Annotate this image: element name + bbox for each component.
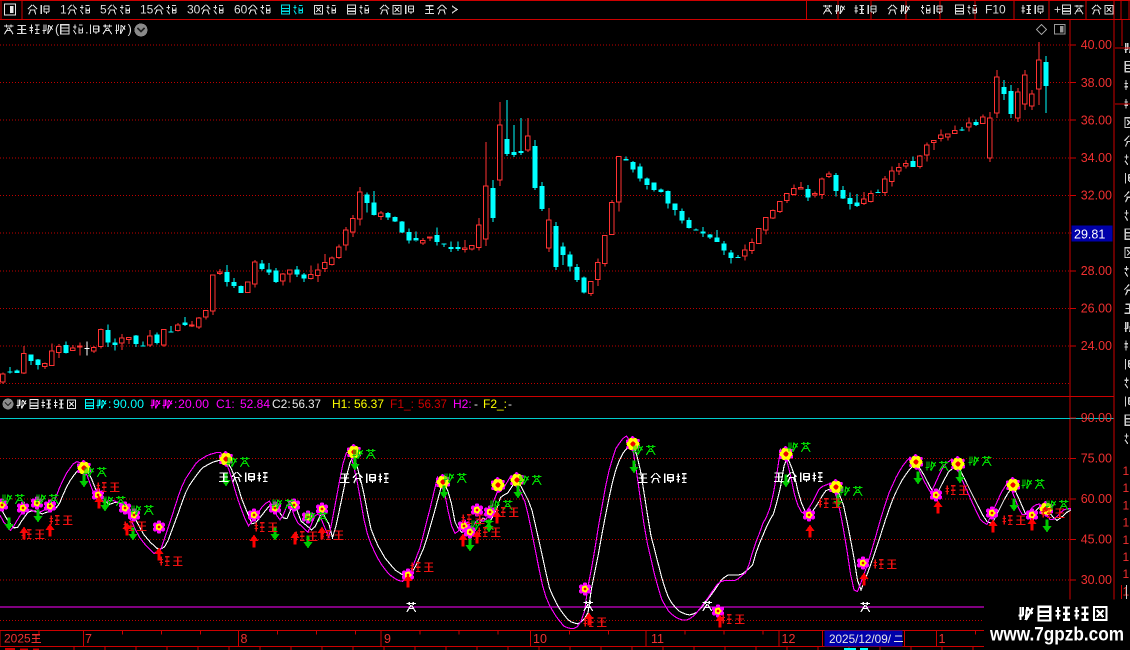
svg-text:H1:: H1: — [332, 397, 351, 411]
svg-text:15: 15 — [140, 3, 154, 17]
svg-text:H2:: H2: — [453, 397, 472, 411]
svg-text:-: - — [474, 397, 478, 411]
svg-text:2025/12/09/: 2025/12/09/ — [829, 632, 892, 646]
svg-text:1: 1 — [1123, 567, 1130, 581]
svg-text:30.00: 30.00 — [1081, 573, 1112, 587]
svg-text:): ) — [128, 23, 132, 37]
svg-text:C1:: C1: — [216, 397, 235, 411]
svg-text:60: 60 — [234, 3, 248, 17]
svg-text:56.37: 56.37 — [354, 397, 384, 411]
svg-text:1: 1 — [1123, 498, 1130, 512]
svg-text:40.00: 40.00 — [1081, 38, 1112, 52]
svg-text:1: 1 — [939, 632, 946, 646]
svg-text:20.00: 20.00 — [178, 397, 209, 411]
svg-text:52.84: 52.84 — [240, 397, 270, 411]
svg-text:29.81: 29.81 — [1074, 228, 1105, 242]
svg-text:+: + — [1054, 3, 1061, 17]
svg-text:56.37: 56.37 — [292, 397, 321, 411]
svg-text:26.00: 26.00 — [1081, 302, 1112, 316]
svg-text:30: 30 — [187, 3, 201, 17]
svg-text:2025: 2025 — [4, 632, 31, 646]
svg-text:75.00: 75.00 — [1081, 452, 1112, 466]
svg-text:1: 1 — [1123, 550, 1130, 564]
svg-text:11: 11 — [651, 632, 664, 646]
svg-text:10: 10 — [533, 632, 547, 646]
svg-text:90.00: 90.00 — [113, 397, 144, 411]
svg-text:C2:: C2: — [272, 397, 291, 411]
svg-text:F10: F10 — [985, 3, 1006, 17]
svg-text:9: 9 — [384, 632, 391, 646]
svg-text:.: . — [85, 23, 88, 37]
svg-text:1: 1 — [1123, 533, 1130, 547]
svg-text:1: 1 — [1123, 516, 1130, 530]
svg-text:45.00: 45.00 — [1081, 533, 1112, 547]
svg-text:34.00: 34.00 — [1081, 151, 1112, 165]
svg-text:F1_:: F1_: — [390, 397, 414, 411]
svg-text:1: 1 — [1123, 464, 1130, 478]
svg-text:8: 8 — [241, 632, 248, 646]
svg-text:7: 7 — [85, 632, 92, 646]
svg-text:1: 1 — [1123, 481, 1130, 495]
svg-text::: : — [174, 397, 177, 411]
svg-text:24.00: 24.00 — [1081, 339, 1112, 353]
svg-text:www.7gpzb.com: www.7gpzb.com — [989, 624, 1124, 646]
svg-text:36.00: 36.00 — [1081, 114, 1112, 128]
svg-text:1: 1 — [60, 3, 67, 17]
svg-text:28.00: 28.00 — [1081, 264, 1112, 278]
svg-text:5: 5 — [100, 3, 107, 17]
svg-text:56.37: 56.37 — [418, 397, 447, 411]
svg-text::: : — [108, 397, 111, 411]
svg-text:38.00: 38.00 — [1081, 76, 1112, 90]
svg-text:12: 12 — [782, 632, 796, 646]
svg-text:60.00: 60.00 — [1081, 492, 1112, 506]
svg-text:F2_:: F2_: — [483, 397, 507, 411]
svg-text:32.00: 32.00 — [1081, 189, 1112, 203]
svg-text:90.00: 90.00 — [1081, 411, 1112, 425]
svg-text:-: - — [508, 397, 512, 411]
